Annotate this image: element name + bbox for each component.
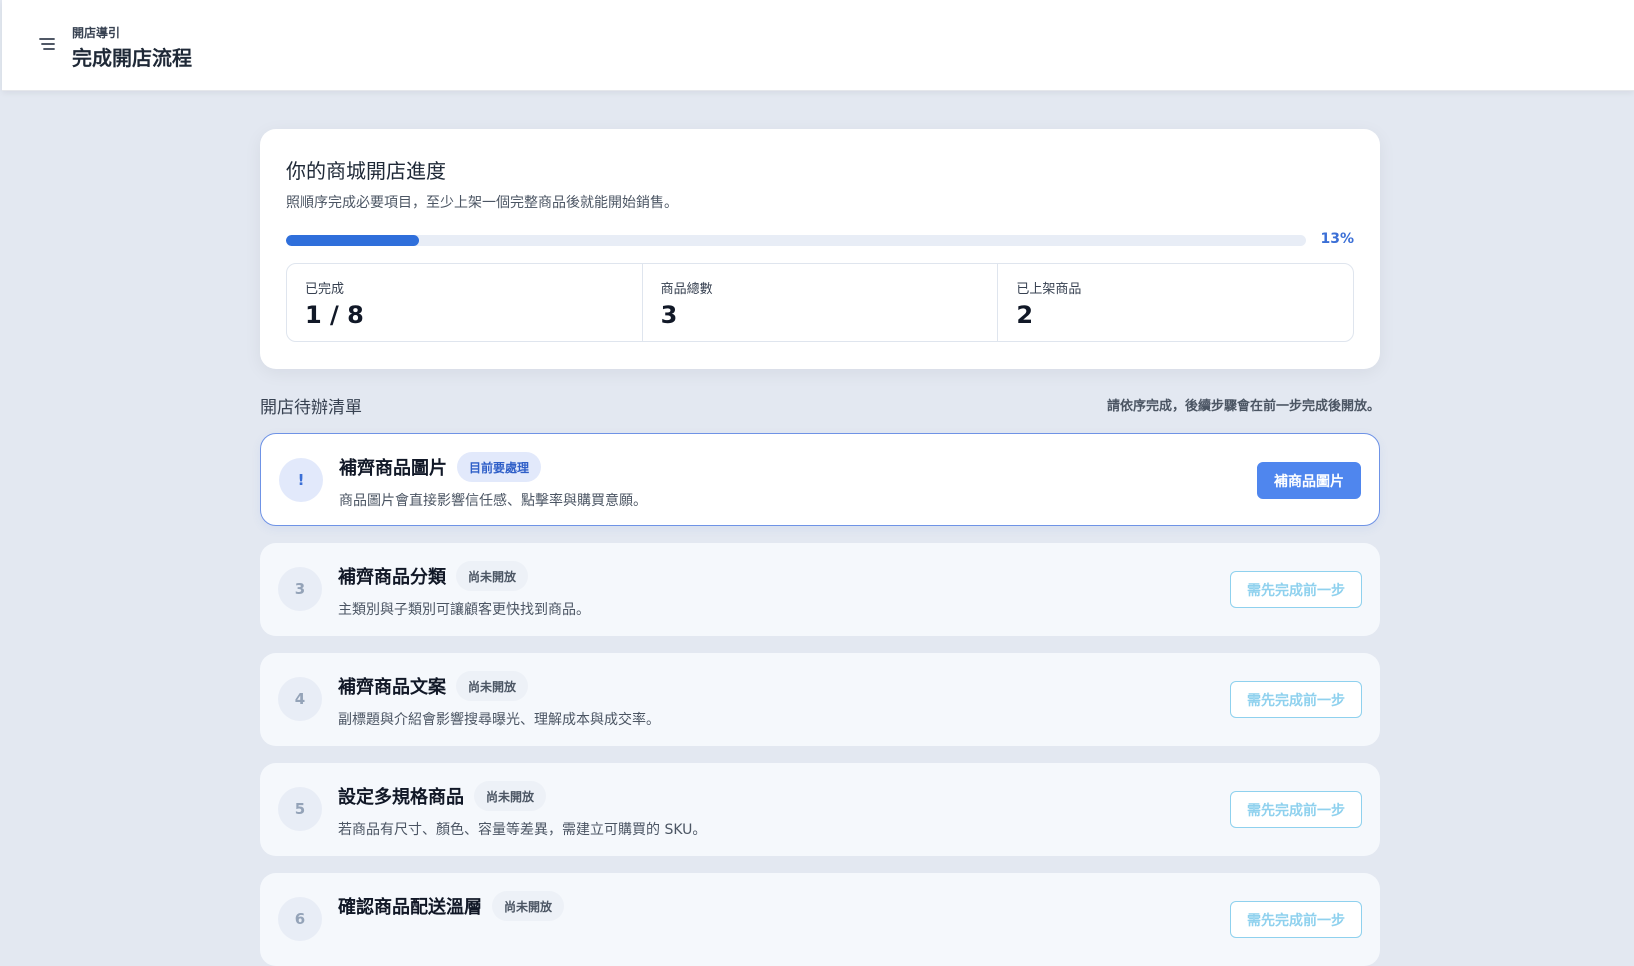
- progress-bar-fill: [286, 235, 419, 246]
- task-description: 主類別與子類別可讓顧客更快找到商品。: [338, 602, 590, 618]
- task-title: 設定多規格商品: [338, 787, 464, 808]
- task-description: 商品圖片會直接影響信任感、點擊率與購買意願。: [339, 493, 647, 509]
- breadcrumb: 開店導引: [72, 26, 121, 40]
- page-title: 完成開店流程: [72, 46, 192, 70]
- status-badge: 尚未開放: [474, 781, 547, 811]
- summary-title: 你的商城開店進度: [286, 159, 446, 183]
- stat-value: 3: [660, 301, 678, 329]
- task-description: 若商品有尺寸、顏色、容量等差異，需建立可購買的 SKU。: [338, 822, 707, 838]
- task-item: ! 補齊商品圖片 目前要處理 商品圖片會直接影響信任感、點擊率與購買意願。 補商…: [260, 433, 1380, 526]
- task-item: 6 確認商品配送溫層 尚未開放 需先完成前一步: [260, 873, 1380, 966]
- task-item: 3 補齊商品分類 尚未開放 主類別與子類別可讓顧客更快找到商品。 需先完成前一步: [260, 543, 1380, 636]
- summary-description: 照順序完成必要項目，至少上架一個完整商品後就能開始銷售。: [286, 195, 678, 211]
- main-content: 你的商城開店進度 照順序完成必要項目，至少上架一個完整商品後就能開始銷售。 13…: [260, 129, 1380, 966]
- stat-value: 2: [1016, 301, 1034, 329]
- locked-step-button[interactable]: 需先完成前一步: [1230, 901, 1362, 938]
- stat-label: 商品總數: [660, 282, 713, 297]
- top-bar: 開店導引 完成開店流程: [2, 0, 1634, 91]
- task-marker: 5: [278, 787, 322, 831]
- locked-step-button[interactable]: 需先完成前一步: [1230, 791, 1362, 828]
- task-item: 4 補齊商品文案 尚未開放 副標題與介紹會影響搜尋曝光、理解成本與成交率。 需先…: [260, 653, 1380, 746]
- progress-bar: [286, 235, 1306, 246]
- stat-label: 已完成: [305, 282, 345, 297]
- task-marker: !: [279, 458, 323, 502]
- task-description: 副標題與介紹會影響搜尋曝光、理解成本與成交率。: [338, 712, 660, 728]
- task-marker: 3: [278, 567, 322, 611]
- stat-listed-products: 已上架商品 2: [998, 264, 1353, 341]
- task-title: 確認商品配送溫層: [338, 897, 482, 918]
- stats-row: 已完成 1 / 8 商品總數 3 已上架商品 2: [286, 263, 1354, 342]
- stat-product-total: 商品總數 3: [643, 264, 999, 341]
- stat-label: 已上架商品: [1016, 282, 1082, 297]
- todo-title: 開店待辦清單: [260, 398, 362, 418]
- todo-hint: 請依序完成，後續步驟會在前一步完成後開放。: [1106, 399, 1380, 414]
- add-product-images-button[interactable]: 補商品圖片: [1257, 462, 1361, 499]
- task-title: 補齊商品文案: [338, 677, 446, 698]
- locked-step-button[interactable]: 需先完成前一步: [1230, 681, 1362, 718]
- task-marker: 4: [278, 677, 322, 721]
- progress-row: 13%: [286, 231, 1354, 251]
- task-item: 5 設定多規格商品 尚未開放 若商品有尺寸、顏色、容量等差異，需建立可購買的 S…: [260, 763, 1380, 856]
- task-marker: 6: [278, 897, 322, 941]
- status-badge: 尚未開放: [456, 561, 529, 591]
- stat-value: 1 / 8: [305, 301, 364, 329]
- task-title: 補齊商品分類: [338, 567, 446, 588]
- status-badge: 尚未開放: [492, 891, 565, 921]
- todo-header: 開店待辦清單 請依序完成，後續步驟會在前一步完成後開放。: [260, 393, 1380, 421]
- stat-completed: 已完成 1 / 8: [287, 264, 643, 341]
- progress-summary-card: 你的商城開店進度 照順序完成必要項目，至少上架一個完整商品後就能開始銷售。 13…: [260, 129, 1380, 369]
- task-title: 補齊商品圖片: [339, 458, 447, 479]
- progress-percent: 13%: [1320, 231, 1354, 247]
- task-list: ! 補齊商品圖片 目前要處理 商品圖片會直接影響信任感、點擊率與購買意願。 補商…: [260, 433, 1380, 966]
- status-badge: 目前要處理: [457, 452, 542, 482]
- menu-icon[interactable]: [34, 31, 60, 57]
- status-badge: 尚未開放: [456, 671, 529, 701]
- locked-step-button[interactable]: 需先完成前一步: [1230, 571, 1362, 608]
